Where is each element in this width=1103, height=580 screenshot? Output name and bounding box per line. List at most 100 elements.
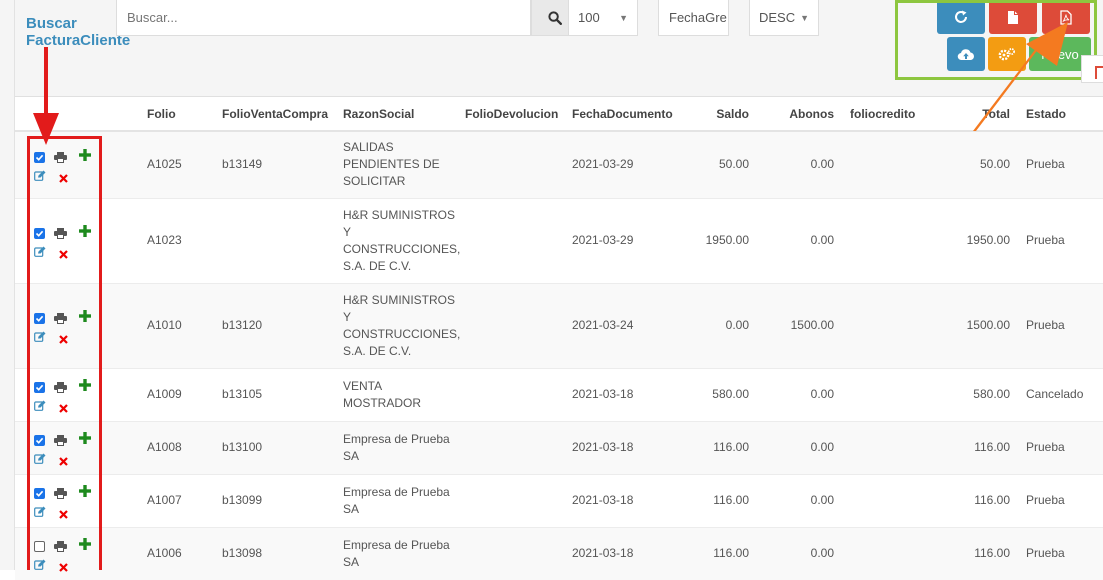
table-row[interactable]: A1007 b13099 Empresa de Prueba SA 2021-03-1…: [15, 473, 1103, 527]
cell-estado: Prueba: [1018, 197, 1103, 283]
edit-icon[interactable]: [34, 245, 46, 262]
cell-saldo: 116.00: [679, 473, 757, 527]
column-header-abonos[interactable]: Abonos: [757, 97, 842, 132]
row-select-checkbox[interactable]: [34, 227, 45, 239]
cell-saldo: 0.00: [679, 282, 757, 368]
sort-field-select[interactable]: FechaGre: [658, 0, 729, 36]
side-panel-tab-mark: [1095, 66, 1103, 79]
column-header-razon-social[interactable]: RazonSocial: [335, 97, 457, 132]
delete-icon[interactable]: [59, 401, 68, 418]
row-actions-cell: [15, 197, 139, 283]
row-actions: [23, 378, 139, 413]
column-header-folio-venta-compra[interactable]: FolioVentaCompra: [214, 97, 335, 132]
table-row[interactable]: A1008 b13100 Empresa de Prueba SA 2021-03-1…: [15, 420, 1103, 474]
cell-fecha-documento: 2021-03-29: [564, 130, 679, 198]
table-row[interactable]: A1025 b13149 SALIDAS PENDIENTES DE SOLICIT…: [15, 130, 1103, 198]
column-header-saldo[interactable]: Saldo: [679, 97, 757, 132]
plus-icon[interactable]: [79, 224, 91, 242]
print-icon[interactable]: [54, 227, 67, 244]
print-icon[interactable]: [54, 312, 67, 329]
plus-icon[interactable]: [79, 378, 91, 396]
cell-fecha-documento: 2021-03-24: [564, 282, 679, 368]
row-select-checkbox[interactable]: [34, 381, 45, 393]
column-header-folio[interactable]: Folio: [139, 97, 214, 132]
cell-abonos: 0.00: [757, 473, 842, 527]
row-actions: [23, 484, 139, 519]
cell-total: 116.00: [917, 420, 1018, 474]
search-icon: [547, 10, 562, 25]
column-header-estado[interactable]: Estado: [1018, 97, 1103, 132]
delete-icon[interactable]: [59, 171, 68, 188]
sort-order-select[interactable]: DESC ▼: [749, 0, 819, 36]
cell-abonos: 1500.00: [757, 282, 842, 368]
cell-abonos: 0.00: [757, 526, 842, 580]
print-icon[interactable]: [54, 151, 67, 168]
delete-icon[interactable]: [59, 247, 68, 264]
row-actions: [23, 537, 139, 572]
search-input[interactable]: [116, 0, 531, 36]
print-icon[interactable]: [54, 381, 67, 398]
cell-folio-venta-compra: b13100: [214, 420, 335, 474]
cell-folio-devolucion: [457, 282, 564, 368]
highlighted-button-group: [895, 0, 1097, 80]
cell-folio-devolucion: [457, 526, 564, 580]
table-header-row: Folio FolioVentaCompra RazonSocial Folio…: [15, 97, 1103, 132]
cell-total: 116.00: [917, 473, 1018, 527]
edit-icon[interactable]: [34, 505, 46, 522]
row-select-checkbox[interactable]: [34, 312, 45, 324]
table-body: A1025 b13149 SALIDAS PENDIENTES DE SOLICIT…: [15, 130, 1103, 580]
print-icon[interactable]: [54, 540, 67, 557]
row-select-checkbox[interactable]: [34, 151, 45, 163]
delete-icon[interactable]: [59, 560, 68, 577]
cell-estado: Prueba: [1018, 420, 1103, 474]
cell-abonos: 0.00: [757, 197, 842, 283]
cell-folio-devolucion: [457, 130, 564, 198]
edit-icon[interactable]: [34, 330, 46, 347]
cell-foliocredito: [842, 130, 917, 198]
delete-icon[interactable]: [59, 332, 68, 349]
print-icon[interactable]: [54, 487, 67, 504]
page-size-select[interactable]: 100 ▼: [568, 0, 638, 36]
print-icon[interactable]: [54, 434, 67, 451]
column-header-foliocredito[interactable]: foliocredito: [842, 97, 917, 132]
cell-foliocredito: [842, 282, 917, 368]
cell-total: 1950.00: [917, 197, 1018, 283]
cell-foliocredito: [842, 197, 917, 283]
cell-abonos: 0.00: [757, 420, 842, 474]
plus-icon[interactable]: [79, 431, 91, 449]
plus-icon[interactable]: [79, 537, 91, 555]
cell-saldo: 580.00: [679, 367, 757, 421]
column-header-total[interactable]: Total: [917, 97, 1018, 132]
row-actions-cell: [15, 367, 139, 421]
cell-razon-social: SALIDAS PENDIENTES DE SOLICITAR: [335, 130, 457, 198]
cell-folio-venta-compra: b13105: [214, 367, 335, 421]
table-row[interactable]: A1006 b13098 Empresa de Prueba SA 2021-03-1…: [15, 526, 1103, 580]
column-header-actions: [15, 97, 139, 132]
row-select-checkbox[interactable]: [34, 434, 45, 446]
cell-foliocredito: [842, 420, 917, 474]
plus-icon[interactable]: [79, 484, 91, 502]
row-select-checkbox[interactable]: [34, 540, 45, 552]
table-row[interactable]: A1009 b13105 VENTA MOSTRADOR 2021-03-18 580.…: [15, 367, 1103, 421]
page-title: Buscar FacturaCliente: [26, 15, 130, 49]
cell-razon-social: VENTA MOSTRADOR: [335, 367, 457, 421]
edit-icon[interactable]: [34, 169, 46, 186]
table-row[interactable]: A1010 b13120 H&R SUMINISTROS Y CONSTRUCCIO…: [15, 282, 1103, 368]
delete-icon[interactable]: [59, 507, 68, 524]
column-header-folio-devolucion[interactable]: FolioDevolucion: [457, 97, 564, 132]
row-select-checkbox[interactable]: [34, 487, 45, 499]
cell-folio: A1010: [139, 282, 214, 368]
cell-abonos: 0.00: [757, 367, 842, 421]
cell-razon-social: H&R SUMINISTROS Y CONSTRUCCIONES, S.A. D…: [335, 197, 460, 283]
edit-icon[interactable]: [34, 399, 46, 416]
cell-folio-venta-compra: b13098: [214, 526, 335, 580]
column-header-fecha-documento[interactable]: FechaDocumento: [564, 97, 679, 132]
plus-icon[interactable]: [79, 148, 91, 166]
delete-icon[interactable]: [59, 454, 68, 471]
row-actions: [23, 431, 139, 466]
table-row[interactable]: A1023 H&R SUMINISTROS Y CONSTRUCCIONES, S…: [15, 197, 1103, 283]
edit-icon[interactable]: [34, 452, 46, 469]
cell-fecha-documento: 2021-03-29: [564, 197, 679, 283]
edit-icon[interactable]: [34, 558, 46, 575]
plus-icon[interactable]: [79, 309, 91, 327]
